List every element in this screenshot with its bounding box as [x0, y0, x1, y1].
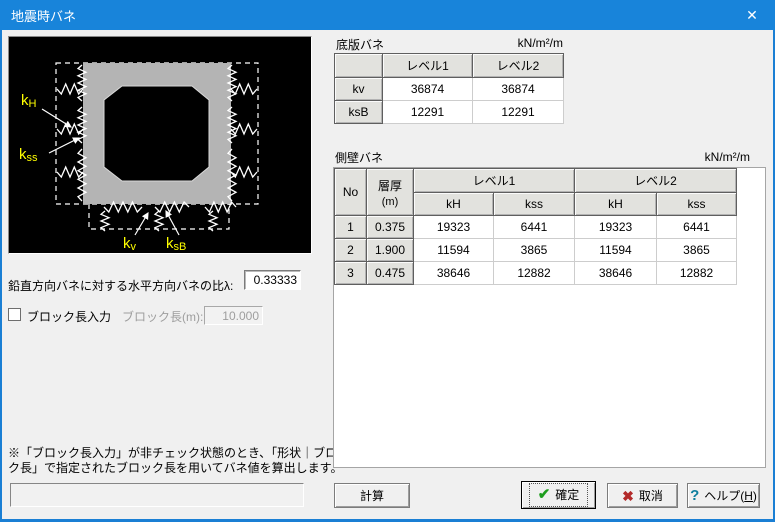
row-label-ksB: ksB [334, 100, 383, 124]
kv-arrow [134, 211, 149, 236]
bottom-spring-table: レベル1 レベル2 kv 36874 36874 ksB 12291 12291 [334, 53, 564, 124]
kH-label: kH [21, 92, 37, 110]
ksB-level2-cell[interactable]: 12291 [472, 100, 564, 124]
close-button[interactable]: ✕ [737, 3, 767, 27]
cell-l1-kH[interactable]: 19323 [413, 215, 494, 239]
cell-l2-kH[interactable]: 11594 [574, 238, 657, 262]
cell-l1-kH[interactable]: 11594 [413, 238, 494, 262]
bottom-table-unit: kN/m²/m [517, 36, 563, 50]
wall-table-unit: kN/m²/m [704, 150, 750, 164]
title-bar: 地震時バネ [0, 0, 775, 30]
row-thickness: 0.375 [366, 215, 414, 239]
ksB-arrow [165, 209, 180, 236]
table-row: 2 1.900 11594 3865 11594 3865 [334, 238, 737, 262]
ksB-level1-cell[interactable]: 12291 [382, 100, 473, 124]
spring-diagram: kH kss kv ksB [19, 62, 259, 253]
l1-kss-header: kss [493, 192, 575, 216]
ratio-label: 鉛直方向バネに対する水平方向バネの比λ: [8, 279, 234, 293]
block-length-checkbox-label: ブロック長入力 [27, 310, 112, 324]
cancel-button-label: 取消 [638, 489, 663, 503]
bottom-table-title: 底版バネ [336, 38, 385, 52]
l2-kH-header: kH [574, 192, 657, 216]
no-header: No [334, 168, 367, 216]
level2-group-header: レベル2 [574, 168, 737, 193]
row-no: 1 [334, 215, 367, 239]
level2-header: レベル2 [472, 53, 564, 78]
level1-group-header: レベル1 [413, 168, 575, 193]
row-no: 3 [334, 261, 367, 285]
ksB-label: ksB [166, 235, 186, 253]
ok-button[interactable]: ✔ 確定 [521, 481, 596, 509]
culvert-opening [103, 85, 210, 182]
wall-spring-table: No 層厚 (m) レベル1 レベル2 kH kss kH kss 1 0.37… [334, 168, 737, 285]
ok-button-label: 確定 [555, 488, 580, 502]
l2-kss-header: kss [656, 192, 737, 216]
block-length-input: 10.000 [204, 306, 263, 325]
level1-header: レベル1 [382, 53, 473, 78]
thickness-header: 層厚 (m) [366, 168, 414, 216]
dialog-seismic-springs: 地震時バネ ✕ kH kss kv ksB 鉛直方向バネに対する水平方向バネの比… [0, 0, 775, 522]
calc-button[interactable]: 計算 [334, 483, 410, 508]
note-line-2: ク長」で指定されたブロック長を用いてバネ値を算出します。 [8, 461, 343, 475]
window-title: 地震時バネ [11, 8, 77, 24]
cell-l2-kss[interactable]: 6441 [656, 215, 737, 239]
row-thickness: 1.900 [366, 238, 414, 262]
check-icon: ✔ [537, 486, 551, 503]
help-button-label: ヘルプ(H) [704, 489, 757, 503]
close-icon: ✕ [746, 6, 758, 23]
table-row: 3 0.475 38646 12882 38646 12882 [334, 261, 737, 285]
question-icon: ? [690, 487, 700, 504]
help-button[interactable]: ? ヘルプ(H) [687, 483, 760, 508]
wall-table-panel: No 層厚 (m) レベル1 レベル2 kH kss kH kss 1 0.37… [333, 167, 766, 468]
kv-level1-cell[interactable]: 36874 [382, 77, 473, 101]
row-no: 2 [334, 238, 367, 262]
kv-level2-cell[interactable]: 36874 [472, 77, 564, 101]
kss-label: kss [19, 146, 38, 164]
row-label-kv: kv [334, 77, 383, 101]
block-length-label: ブロック長(m): [122, 310, 204, 324]
l1-kH-header: kH [413, 192, 494, 216]
x-icon: ✖ [622, 487, 634, 504]
ratio-input[interactable]: 0.33333 [244, 270, 301, 290]
kss-arrow [48, 137, 81, 154]
kv-label: kv [123, 235, 137, 253]
row-thickness: 0.475 [366, 261, 414, 285]
block-length-checkbox[interactable] [8, 308, 21, 321]
cell-l1-kH[interactable]: 38646 [413, 261, 494, 285]
cell-l2-kss[interactable]: 12882 [656, 261, 737, 285]
corner-cell [334, 53, 383, 78]
cell-l1-kss[interactable]: 3865 [493, 238, 575, 262]
status-box [10, 483, 304, 507]
calc-button-label: 計算 [359, 489, 384, 503]
cell-l1-kss[interactable]: 12882 [493, 261, 575, 285]
cell-l2-kH[interactable]: 19323 [574, 215, 657, 239]
table-row: 1 0.375 19323 6441 19323 6441 [334, 215, 737, 239]
cancel-button[interactable]: ✖ 取消 [607, 483, 678, 508]
ok-button-focus: ✔ 確定 [528, 483, 589, 507]
cell-l1-kss[interactable]: 6441 [493, 215, 575, 239]
cell-l2-kss[interactable]: 3865 [656, 238, 737, 262]
spring-diagram-panel: kH kss kv ksB [8, 36, 312, 254]
cell-l2-kH[interactable]: 38646 [574, 261, 657, 285]
wall-table-title: 側壁バネ [335, 151, 384, 165]
